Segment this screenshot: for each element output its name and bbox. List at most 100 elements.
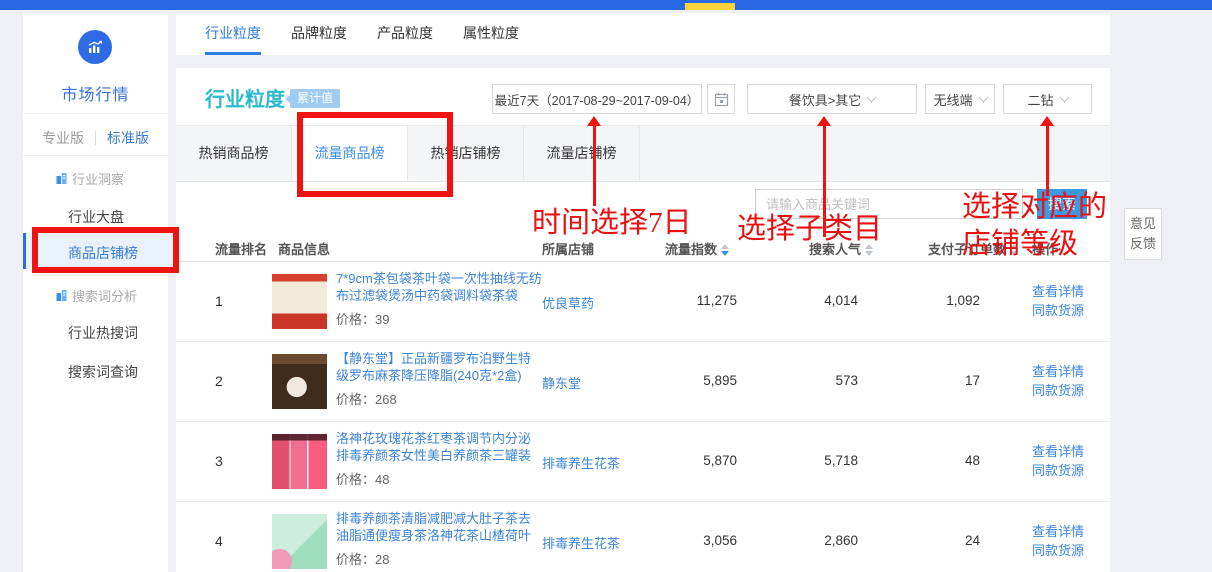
feedback-label-line2: 反馈 (1125, 234, 1161, 254)
calendar-picker-button[interactable] (707, 84, 735, 114)
version-tab-pro[interactable]: 专业版 (42, 128, 84, 148)
annotation-box-sidebar-item (32, 227, 179, 273)
annotation-text-line2: 店铺等级 (962, 226, 1107, 263)
calendar-icon (714, 92, 729, 107)
shop-link[interactable]: 排毒养生花茶 (542, 533, 620, 552)
sort-arrows-icon[interactable] (721, 244, 729, 256)
version-tab-standard[interactable]: 标准版 (107, 128, 149, 148)
table-body: 1 7*9cm茶包袋茶叶袋一次性抽线无纺布过滤袋煲汤中药袋调料袋茶袋 价格：39… (176, 262, 1110, 572)
traffic-index-cell: 5,895 (646, 373, 737, 388)
col-header-shop: 所属店铺 (542, 239, 594, 258)
product-info-cell: 排毒养颜茶清脂减肥减大肚子茶去油脂通便瘦身茶洛神花茶山楂荷叶 价格：28 (336, 510, 542, 568)
sidebar-section-industry-insight: 行业洞察 (55, 169, 124, 188)
annotation-text-line1: 选择对应的 (962, 189, 1107, 226)
app-logo[interactable] (78, 30, 112, 64)
rank-cell: 3 (215, 453, 255, 469)
date-range-selector[interactable]: 最近7天（2017-08-29~2017-09-04） (492, 84, 702, 114)
product-thumbnail[interactable] (272, 434, 327, 489)
tab-industry-granularity[interactable]: 行业粒度 (205, 13, 261, 55)
sidebar-active-indicator (23, 233, 26, 269)
view-detail-link[interactable]: 查看详情 (1032, 362, 1084, 381)
tab-product-granularity[interactable]: 产品粒度 (377, 13, 433, 55)
terminal-dropdown[interactable]: 无线端 (925, 84, 995, 114)
tab-brand-granularity[interactable]: 品牌粒度 (291, 13, 347, 55)
action-cell: 查看详情 同款货源 (1032, 282, 1084, 320)
sidebar: 市场行情 专业版 标准版 行业洞察 行业大盘 商品店铺榜 搜索词分析 行业热搜词… (23, 13, 168, 572)
search-popularity-cell: 4,014 (776, 293, 858, 308)
product-info-cell: 【静东堂】正品新疆罗布泊野生特级罗布麻茶降压降脂(240克*2盒) 价格：268 (336, 350, 542, 408)
product-thumbnail[interactable] (272, 274, 327, 329)
annotation-box-traffic-product-tab (297, 112, 453, 197)
traffic-index-cell: 11,275 (646, 293, 737, 308)
action-cell: 查看详情 同款货源 (1032, 362, 1084, 400)
table-row: 3 洛神花玫瑰花茶红枣茶调节内分泌排毒养颜茶女性美白养颜茶三罐装 价格：48 排… (176, 422, 1110, 502)
product-title-link[interactable]: 洛神花玫瑰花茶红枣茶调节内分泌排毒养颜茶女性美白养颜茶三罐装 (336, 430, 542, 464)
trend-chart-icon (86, 38, 104, 56)
product-price: 价格：268 (336, 389, 542, 408)
annotation-arrow-shop-level (1046, 126, 1049, 196)
terminal-dropdown-value: 无线端 (933, 90, 972, 109)
product-price: 价格：48 (336, 469, 542, 488)
divider (23, 155, 168, 156)
divider (23, 113, 168, 114)
view-detail-link[interactable]: 查看详情 (1032, 442, 1084, 461)
table-row: 1 7*9cm茶包袋茶叶袋一次性抽线无纺布过滤袋煲汤中药袋调料袋茶袋 价格：39… (176, 262, 1110, 342)
tab-hot-product-rank[interactable]: 热销商品榜 (176, 126, 292, 181)
paid-suborders-cell: 17 (898, 373, 980, 388)
product-info-cell: 洛神花玫瑰花茶红枣茶调节内分泌排毒养颜茶女性美白养颜茶三罐装 价格：48 (336, 430, 542, 488)
annotation-text-shop-level: 选择对应的 店铺等级 (962, 189, 1107, 263)
same-supply-link[interactable]: 同款货源 (1032, 301, 1084, 320)
category-dropdown-value: 餐饮具>其它 (789, 90, 862, 109)
col-header-label: 流量指数 (665, 242, 717, 257)
product-thumbnail[interactable] (272, 514, 327, 569)
browser-top-bar (0, 0, 1212, 10)
sidebar-section-label: 行业洞察 (72, 169, 124, 188)
top-bar-yellow-segment (685, 3, 735, 10)
shop-link[interactable]: 排毒养生花茶 (542, 453, 620, 472)
feedback-label-line1: 意见 (1125, 214, 1161, 234)
tab-traffic-shop-rank[interactable]: 流量店铺榜 (524, 126, 640, 181)
annotation-arrow-date (593, 126, 596, 206)
sidebar-item-industry-market[interactable]: 行业大盘 (68, 207, 124, 227)
product-title-link[interactable]: 【静东堂】正品新疆罗布泊野生特级罗布麻茶降压降脂(240克*2盒) (336, 350, 542, 384)
app-title: 市场行情 (23, 81, 168, 105)
shop-link[interactable]: 优良草药 (542, 293, 594, 312)
col-header-traffic-index: 流量指数 (665, 239, 729, 258)
same-supply-link[interactable]: 同款货源 (1032, 541, 1084, 560)
shop-level-dropdown[interactable]: 二钻 (1003, 84, 1092, 114)
rank-cell: 4 (215, 533, 255, 549)
rank-cell: 2 (215, 373, 255, 389)
product-title-link[interactable]: 排毒养颜茶清脂减肥减大肚子茶去油脂通便瘦身茶洛神花茶山楂荷叶 (336, 510, 542, 544)
chevron-down-icon (1059, 92, 1069, 102)
tab-attribute-granularity[interactable]: 属性粒度 (463, 13, 519, 55)
col-header-traffic-rank: 流量排名 (215, 239, 267, 258)
annotation-text-category: 选择子类目 (737, 205, 882, 247)
traffic-index-cell: 5,870 (646, 453, 737, 468)
building-icon (55, 172, 68, 185)
paid-suborders-cell: 1,092 (898, 293, 980, 308)
search-popularity-cell: 2,860 (776, 533, 858, 548)
product-price: 价格：28 (336, 549, 542, 568)
action-cell: 查看详情 同款货源 (1032, 442, 1084, 480)
product-info-cell: 7*9cm茶包袋茶叶袋一次性抽线无纺布过滤袋煲汤中药袋调料袋茶袋 价格：39 (336, 270, 542, 328)
sidebar-item-hot-search-words[interactable]: 行业热搜词 (68, 323, 138, 343)
col-header-product-info: 商品信息 (278, 239, 330, 258)
shop-level-dropdown-value: 二钻 (1027, 90, 1053, 109)
product-title-link[interactable]: 7*9cm茶包袋茶叶袋一次性抽线无纺布过滤袋煲汤中药袋调料袋茶袋 (336, 270, 542, 304)
same-supply-link[interactable]: 同款货源 (1032, 381, 1084, 400)
search-popularity-cell: 5,718 (776, 453, 858, 468)
sidebar-section-label: 搜索词分析 (72, 286, 137, 305)
paid-suborders-cell: 48 (898, 453, 980, 468)
granularity-tabbar: 行业粒度 品牌粒度 产品粒度 属性粒度 (176, 13, 1110, 55)
category-dropdown[interactable]: 餐饮具>其它 (747, 84, 917, 114)
same-supply-link[interactable]: 同款货源 (1032, 461, 1084, 480)
shop-link[interactable]: 静东堂 (542, 373, 581, 392)
product-thumbnail[interactable] (272, 354, 327, 409)
page-title: 行业粒度 (205, 83, 285, 112)
feedback-button[interactable]: 意见 反馈 (1124, 208, 1162, 260)
paid-suborders-cell: 24 (898, 533, 980, 548)
version-switcher: 专业版 标准版 (23, 123, 168, 153)
view-detail-link[interactable]: 查看详情 (1032, 282, 1084, 301)
view-detail-link[interactable]: 查看详情 (1032, 522, 1084, 541)
sidebar-item-search-word-query[interactable]: 搜索词查询 (68, 362, 138, 382)
